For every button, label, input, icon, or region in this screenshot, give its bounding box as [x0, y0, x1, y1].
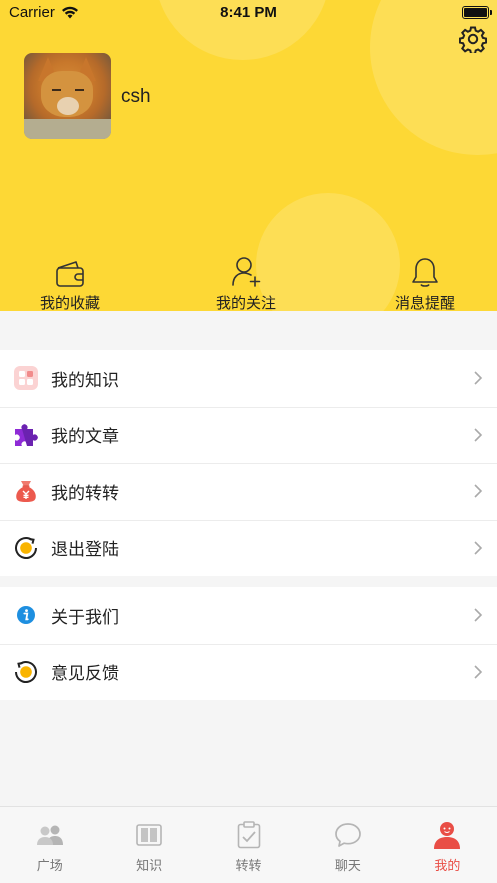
- menu-item-my-knowledge[interactable]: 我的知识: [0, 350, 497, 407]
- knowledge-icon: [14, 366, 38, 391]
- menu-item-my-zhuanzhuan[interactable]: 我的转转: [0, 463, 497, 520]
- tab-label: 知识: [136, 858, 163, 873]
- chevron-right-icon: [474, 665, 483, 679]
- tab-square[interactable]: 广场: [0, 807, 99, 883]
- username: csh: [121, 86, 151, 107]
- book-icon: [136, 824, 162, 846]
- avatar[interactable]: [24, 53, 111, 139]
- puzzle-icon: [15, 424, 38, 446]
- user-add-icon: [232, 257, 261, 287]
- menu-item-label: 关于我们: [51, 607, 119, 627]
- tab-chat[interactable]: 聊天: [298, 807, 397, 883]
- menu-item-logout[interactable]: 退出登陆: [0, 519, 497, 577]
- status-bar: Carrier 8:41 PM: [0, 0, 497, 26]
- menu-item-label: 退出登陆: [51, 540, 119, 560]
- chevron-right-icon: [474, 428, 483, 442]
- tab-knowledge[interactable]: 知识: [99, 807, 198, 883]
- money-bag-icon: [16, 481, 36, 503]
- chevron-right-icon: [474, 484, 483, 498]
- tab-bar: 广场 知识 转转 聊天 我的: [0, 806, 497, 883]
- people-icon: [36, 825, 63, 845]
- person-icon: [434, 822, 461, 849]
- gear-icon[interactable]: [459, 25, 487, 53]
- menu-item-about-us[interactable]: 关于我们: [0, 587, 497, 644]
- feedback-icon: [15, 660, 37, 683]
- tab-zhuanzhuan[interactable]: 转转: [199, 807, 298, 883]
- tab-label: 广场: [36, 858, 63, 873]
- chat-icon: [335, 823, 361, 847]
- menu-group-account: 我的知识 我的文章 我的转转 退出登陆: [0, 350, 497, 576]
- menu-item-label: 我的知识: [51, 370, 119, 390]
- chevron-right-icon: [474, 371, 483, 385]
- logout-icon: [15, 536, 37, 559]
- profile-header: Carrier 8:41 PM csh 我的收藏 我的关注 消息提醒: [0, 0, 497, 311]
- menu-item-label: 意见反馈: [51, 664, 119, 684]
- menu-item-label: 我的转转: [51, 483, 119, 503]
- tab-mine[interactable]: 我的: [398, 807, 497, 883]
- status-time: 8:41 PM: [220, 4, 277, 21]
- menu-item-label: 我的文章: [51, 427, 119, 447]
- quick-action-label: 我的关注: [215, 295, 276, 311]
- chevron-right-icon: [474, 608, 483, 622]
- chevron-right-icon: [474, 541, 483, 555]
- menu-item-my-articles[interactable]: 我的文章: [0, 406, 497, 464]
- quick-action-notifications[interactable]: 消息提醒: [355, 256, 495, 311]
- quick-action-favorites[interactable]: 我的收藏: [0, 256, 140, 311]
- tab-label: 聊天: [334, 858, 361, 873]
- tab-label: 转转: [235, 858, 262, 873]
- bell-icon: [412, 258, 438, 287]
- quick-action-label: 我的收藏: [39, 295, 100, 311]
- battery-icon: [462, 6, 492, 19]
- wallet-icon: [56, 261, 84, 287]
- quick-action-following[interactable]: 我的关注: [176, 256, 316, 311]
- menu-group-about: 关于我们 意见反馈: [0, 587, 497, 700]
- menu-item-feedback[interactable]: 意见反馈: [0, 643, 497, 701]
- tab-label: 我的: [434, 858, 461, 873]
- clipboard-icon: [237, 821, 260, 849]
- info-icon: [17, 606, 35, 625]
- quick-action-label: 消息提醒: [394, 295, 455, 311]
